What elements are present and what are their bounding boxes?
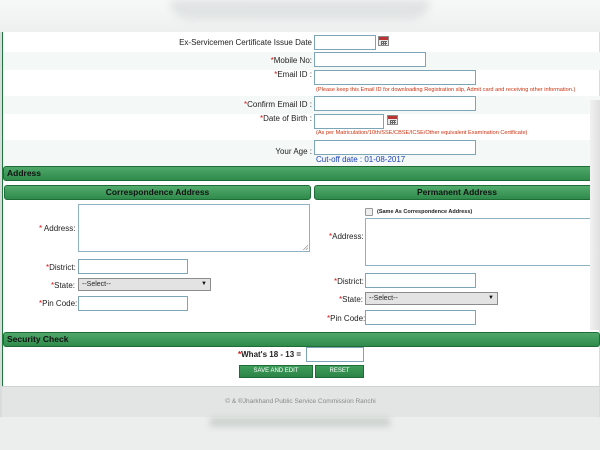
correspondence-address-header: Correspondence Address [4,185,311,200]
mobile-label: *Mobile No: [271,56,312,65]
dob-note: (As per Matriculation/10th/SSE/CBSE/ICSE… [316,130,528,136]
age-label: Your Age : [275,147,312,156]
reset-button[interactable]: RESET [315,365,364,378]
email-input[interactable] [314,70,476,85]
perm-district-input[interactable] [365,273,476,288]
confirm-email-label-text: Confirm Email ID : [247,100,312,109]
row-dob: *Date of Birth : (As per Matriculation/1… [3,114,600,140]
cutoff-date: Cut-off date : 01-08-2017 [316,155,406,164]
perm-pincode-label: *Pin Code: [327,314,365,323]
corr-state-selected: --Select-- [82,281,111,288]
address-section-header: Address [3,166,600,181]
corr-district-label-text: District: [49,263,76,272]
perm-address-textarea[interactable] [365,218,597,266]
row-mobile: *Mobile No: [3,52,600,70]
corr-pincode-label: *Pin Code: [39,299,77,308]
top-blur-smudge [170,0,430,20]
corr-district-input[interactable] [78,259,188,274]
perm-state-label: *State: [339,295,363,304]
age-input[interactable] [314,140,476,155]
dob-label-text: Date of Birth : [263,114,312,123]
corr-state-select[interactable]: --Select-- ▼ [78,278,211,291]
calendar-icon[interactable] [387,115,398,125]
perm-state-label-text: State: [342,295,364,304]
corr-pincode-label-text: Pin Code: [42,299,78,308]
top-blur [0,0,600,32]
required-mark: * [39,224,43,233]
perm-district-label-text: District: [337,277,364,286]
security-section-header: Security Check [3,332,600,347]
chevron-down-icon: ▼ [488,295,494,301]
perm-address-label: *Address: [329,232,364,241]
corr-address-label-text: Address: [43,224,76,233]
email-label-text: Email ID : [277,70,312,79]
perm-state-select[interactable]: --Select-- ▼ [365,292,498,305]
corr-pincode-input[interactable] [78,296,188,311]
email-label: *Email ID : [274,70,312,79]
perm-pincode-input[interactable] [365,310,476,325]
ex-servicemen-date-input[interactable] [314,35,376,50]
chevron-down-icon: ▼ [201,281,207,287]
row-email: *Email ID : (Please keep this Email ID f… [3,70,600,96]
corr-address-label: * Address: [39,224,75,233]
page-scrollbar[interactable] [590,100,600,330]
row-ex-servicemen: Ex-Servicemen Certificate Issue Date [3,32,600,52]
corr-state-label: *State: [51,281,75,290]
application-form: Ex-Servicemen Certificate Issue Date *Mo… [2,32,600,417]
dob-label: *Date of Birth : [260,114,312,123]
row-age: Your Age : Cut-off date : 01-08-2017 [3,140,600,166]
corr-state-label-text: State: [54,281,76,290]
perm-address-label-text: Address: [332,232,364,241]
bottom-blur-smudge [210,417,390,427]
ex-servicemen-label: Ex-Servicemen Certificate Issue Date [179,38,312,47]
calendar-icon[interactable] [378,36,389,46]
corr-district-label: *District: [46,263,76,272]
bottom-blur [0,417,600,450]
perm-pincode-label-text: Pin Code: [330,314,366,323]
confirm-email-input[interactable] [314,96,476,111]
email-note: (Please keep this Email ID for downloadi… [316,87,576,93]
dob-input[interactable] [314,114,384,129]
captcha-question-text: What's 18 - 13 = [241,350,302,359]
same-as-checkbox[interactable] [365,208,373,216]
captcha-answer-input[interactable] [306,347,364,362]
captcha-question: *What's 18 - 13 = [238,350,301,359]
save-and-edit-button[interactable]: SAVE AND EDIT [239,365,313,378]
mobile-label-text: Mobile No: [273,56,312,65]
row-confirm-email: *Confirm Email ID : [3,96,600,114]
perm-district-label: *District: [334,277,364,286]
mobile-input[interactable] [314,52,426,67]
confirm-email-label: *Confirm Email ID : [244,100,312,109]
footer-copyright: © & ®Jharkhand Public Service Commission… [2,386,599,417]
permanent-address-header: Permanent Address [314,185,600,200]
perm-state-selected: --Select-- [369,295,398,302]
same-as-label: (Same As Correspondence Address) [377,209,473,215]
corr-address-textarea[interactable] [78,204,310,252]
